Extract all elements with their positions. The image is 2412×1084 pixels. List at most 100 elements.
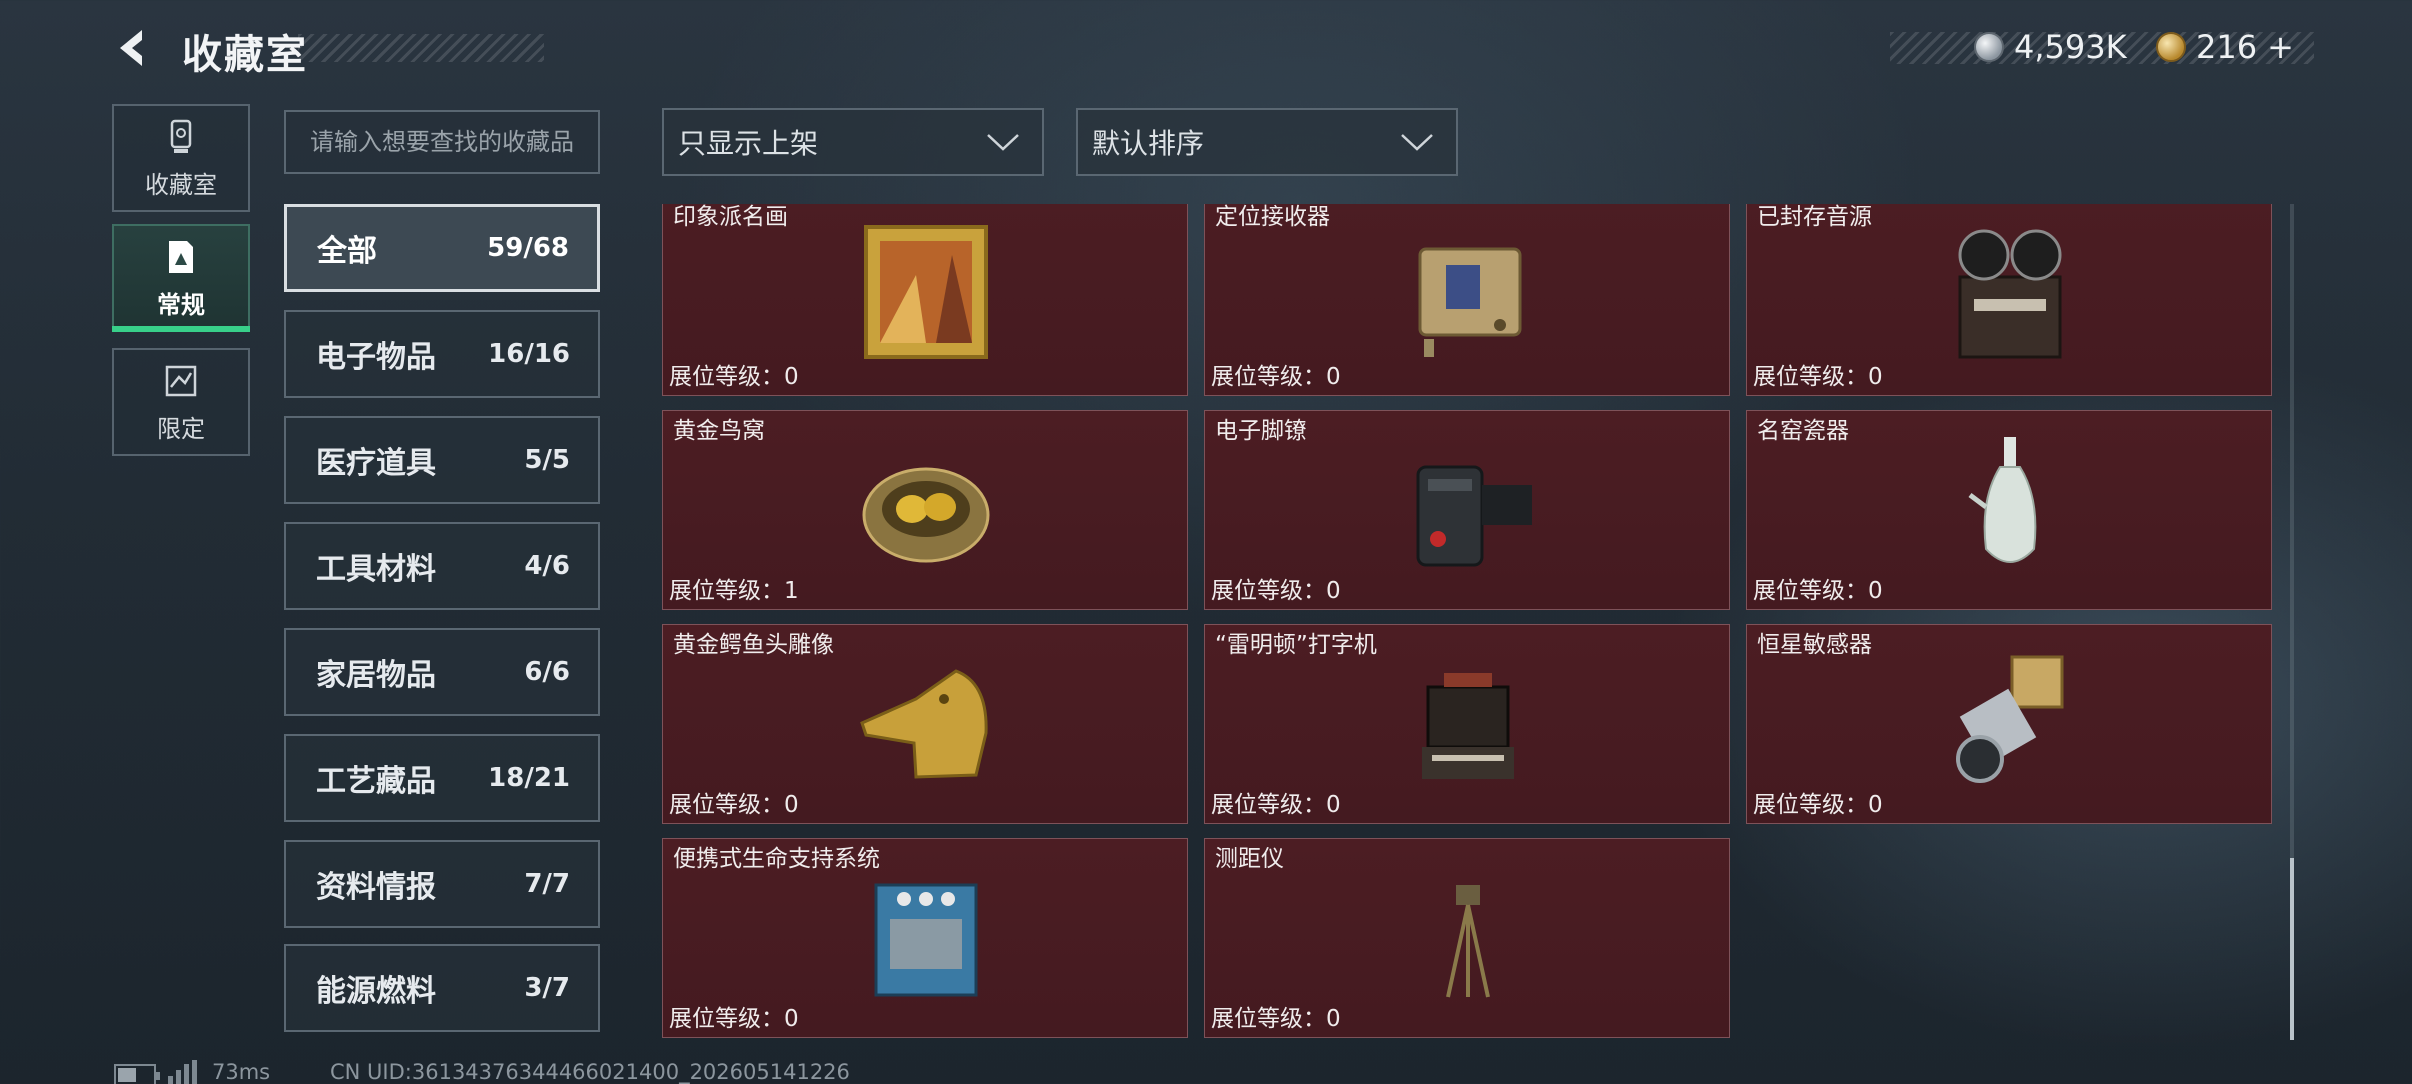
item-level: 展位等级：0 bbox=[669, 364, 799, 390]
category-label: 能源燃料 bbox=[316, 974, 436, 1009]
collection-card[interactable]: 已封存音源 展位等级：0 bbox=[1746, 204, 2272, 396]
category-label: 工具材料 bbox=[316, 552, 436, 587]
item-name: 印象派名画 bbox=[673, 204, 788, 230]
chevron-down-icon bbox=[1401, 134, 1433, 151]
grid-scrollbar-thumb[interactable] bbox=[2290, 858, 2294, 1040]
page-title: 收藏室 bbox=[182, 32, 308, 78]
collection-grid: 印象派名画 展位等级：0 定位接收器 展位等级：0 已封存音源 展位等级：0 黄… bbox=[662, 204, 2274, 1040]
ankle-monitor-icon bbox=[1416, 465, 1532, 567]
category-count: 16/16 bbox=[488, 339, 570, 369]
chevron-down-icon bbox=[987, 134, 1019, 151]
search-input[interactable] bbox=[284, 110, 600, 174]
display-filter-value: 只显示上架 bbox=[678, 127, 819, 160]
receiver-icon bbox=[1418, 247, 1522, 357]
golden-nest-icon bbox=[862, 467, 990, 563]
collection-card[interactable]: 恒星敏感器 展位等级：0 bbox=[1746, 624, 2272, 824]
category-label: 电子物品 bbox=[316, 340, 436, 375]
category-household[interactable]: 家居物品 6/6 bbox=[284, 628, 600, 716]
category-count: 59/68 bbox=[487, 233, 569, 263]
star-sensor-icon bbox=[1956, 655, 2064, 783]
category-energy[interactable]: 能源燃料 3/7 bbox=[284, 944, 600, 1032]
category-count: 18/21 bbox=[488, 763, 570, 793]
collection-card[interactable]: 黄金鳄鱼头雕像 展位等级：0 bbox=[662, 624, 1188, 824]
back-arrow-icon[interactable] bbox=[112, 26, 156, 70]
item-name: 电子脚镣 bbox=[1215, 418, 1307, 444]
display-filter-dropdown[interactable]: 只显示上架 bbox=[662, 108, 1044, 176]
item-level: 展位等级：0 bbox=[1753, 364, 1883, 390]
category-label: 工艺藏品 bbox=[316, 764, 436, 799]
silver-currency: 4,593K bbox=[1974, 28, 2127, 66]
rangefinder-icon bbox=[1446, 885, 1490, 998]
collection-card[interactable]: “雷明顿”打字机 展位等级：0 bbox=[1204, 624, 1730, 824]
silver-currency-value: 4,593K bbox=[2014, 28, 2127, 66]
item-level: 展位等级：0 bbox=[1211, 1006, 1341, 1032]
item-name: 黄金鸟窝 bbox=[673, 418, 765, 444]
item-name: 已封存音源 bbox=[1757, 204, 1872, 230]
category-label: 医疗道具 bbox=[316, 446, 436, 481]
category-count: 3/7 bbox=[524, 973, 570, 1003]
collection-icon bbox=[169, 240, 193, 273]
item-name: “雷明顿”打字机 bbox=[1215, 632, 1377, 658]
category-electronics[interactable]: 电子物品 16/16 bbox=[284, 310, 600, 398]
limited-icon bbox=[165, 365, 197, 396]
collection-card[interactable]: 测距仪 展位等级：0 bbox=[1204, 838, 1730, 1038]
category-label: 资料情报 bbox=[316, 870, 436, 905]
painting-icon bbox=[864, 225, 988, 359]
sort-dropdown[interactable]: 默认排序 bbox=[1076, 108, 1458, 176]
category-all[interactable]: 全部 59/68 bbox=[284, 204, 600, 292]
crocodile-statue-icon bbox=[860, 669, 988, 779]
collection-card[interactable]: 便携式生命支持系统 展位等级：0 bbox=[662, 838, 1188, 1038]
item-name: 名窑瓷器 bbox=[1757, 418, 1849, 444]
item-level: 展位等级：0 bbox=[1753, 792, 1883, 818]
category-count: 5/5 bbox=[524, 445, 570, 475]
battery-icon bbox=[114, 1064, 160, 1084]
collection-card[interactable]: 名窑瓷器 展位等级：0 bbox=[1746, 410, 2272, 610]
category-intel[interactable]: 资料情报 7/7 bbox=[284, 840, 600, 928]
item-level: 展位等级：0 bbox=[1753, 578, 1883, 604]
life-support-icon bbox=[874, 883, 978, 997]
tape-recorder-icon bbox=[1958, 229, 2062, 359]
item-level: 展位等级：0 bbox=[1211, 364, 1341, 390]
trophy-icon bbox=[170, 119, 192, 153]
category-label: 家居物品 bbox=[316, 658, 436, 693]
collection-card[interactable]: 黄金鸟窝 展位等级：1 bbox=[662, 410, 1188, 610]
item-name: 黄金鳄鱼头雕像 bbox=[673, 632, 834, 658]
nav-collection-room[interactable]: 收藏室 bbox=[112, 104, 250, 212]
add-currency-button[interactable]: + bbox=[2267, 28, 2294, 66]
item-name: 恒星敏感器 bbox=[1757, 632, 1872, 658]
category-count: 6/6 bbox=[524, 657, 570, 687]
signal-icon bbox=[168, 1060, 197, 1084]
nav-label: 收藏室 bbox=[145, 170, 217, 199]
silver-coin-icon bbox=[1974, 32, 2004, 62]
item-level: 展位等级：0 bbox=[1211, 792, 1341, 818]
nav-limited[interactable]: 限定 bbox=[112, 348, 250, 456]
nav-regular[interactable]: 常规 bbox=[112, 224, 250, 332]
category-crafts[interactable]: 工艺藏品 18/21 bbox=[284, 734, 600, 822]
sort-value: 默认排序 bbox=[1092, 127, 1205, 160]
gold-coin-icon bbox=[2156, 32, 2186, 62]
item-name: 便携式生命支持系统 bbox=[673, 846, 880, 872]
gold-currency[interactable]: 216 + bbox=[2156, 28, 2294, 66]
collection-card[interactable]: 电子脚镣 展位等级：0 bbox=[1204, 410, 1730, 610]
gold-currency-value: 216 bbox=[2196, 28, 2258, 66]
item-level: 展位等级：0 bbox=[669, 792, 799, 818]
typewriter-icon bbox=[1422, 673, 1514, 779]
item-level: 展位等级：1 bbox=[669, 578, 799, 604]
category-count: 4/6 bbox=[524, 551, 570, 581]
title-decoration bbox=[298, 34, 544, 62]
item-level: 展位等级：0 bbox=[1211, 578, 1341, 604]
nav-label: 限定 bbox=[157, 414, 205, 443]
category-medical[interactable]: 医疗道具 5/5 bbox=[284, 416, 600, 504]
item-name: 测距仪 bbox=[1215, 846, 1284, 872]
category-tools[interactable]: 工具材料 4/6 bbox=[284, 522, 600, 610]
ping-text: 73ms bbox=[212, 1060, 271, 1084]
item-level: 展位等级：0 bbox=[669, 1006, 799, 1032]
collection-card[interactable]: 印象派名画 展位等级：0 bbox=[662, 204, 1188, 396]
collection-card[interactable]: 定位接收器 展位等级：0 bbox=[1204, 204, 1730, 396]
category-count: 7/7 bbox=[524, 869, 570, 899]
item-name: 定位接收器 bbox=[1215, 204, 1330, 230]
porcelain-vase-icon bbox=[1968, 437, 2037, 563]
category-label: 全部 bbox=[317, 234, 377, 269]
uid-text: CN UID:361343763444660214​00_20260514122… bbox=[330, 1060, 850, 1084]
nav-label: 常规 bbox=[157, 290, 205, 319]
